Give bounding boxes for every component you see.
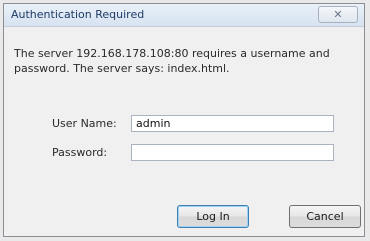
auth-dialog: Authentication Required ✕ The server 192… xyxy=(3,3,365,237)
cancel-button[interactable]: Cancel xyxy=(289,205,361,228)
dialog-titlebar[interactable]: Authentication Required ✕ xyxy=(4,4,364,27)
password-input[interactable] xyxy=(131,144,334,161)
password-label: Password: xyxy=(52,146,108,159)
dialog-title: Authentication Required xyxy=(11,8,145,21)
username-label: User Name: xyxy=(52,117,117,130)
message-line-2: password. The server says: index.html. xyxy=(14,62,230,75)
message-line-1: The server 192.168.178.108:80 requires a… xyxy=(14,47,330,60)
close-button[interactable]: ✕ xyxy=(318,6,358,23)
login-button[interactable]: Log In xyxy=(177,205,249,228)
username-input[interactable] xyxy=(131,115,334,132)
close-icon: ✕ xyxy=(333,8,343,21)
auth-message: The server 192.168.178.108:80 requires a… xyxy=(14,46,344,76)
